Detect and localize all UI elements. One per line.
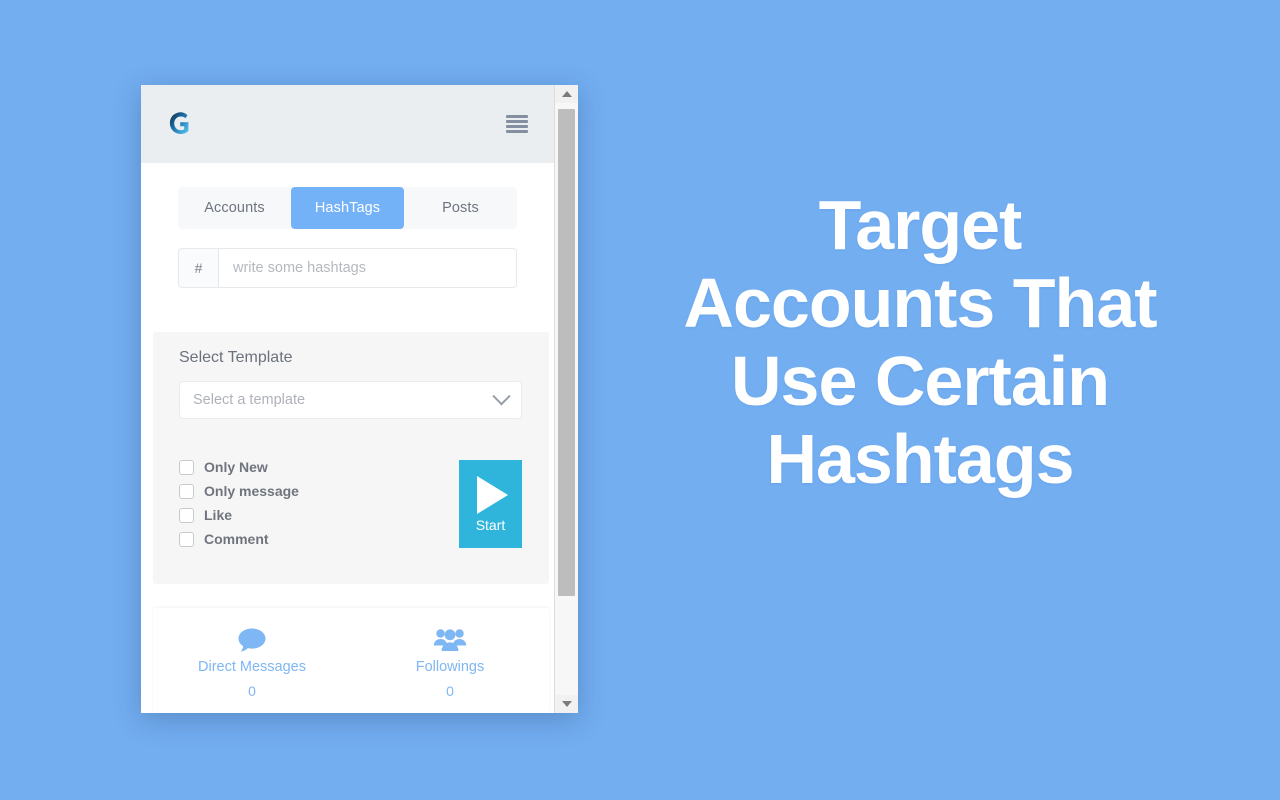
template-select-dropdown[interactable]: Select a template [179,381,522,419]
tab-accounts-label: Accounts [204,200,265,216]
app-content-area: Accounts HashTags Posts # Select Templat… [141,85,554,713]
users-group-icon [433,627,467,653]
hamburger-menu-icon[interactable] [506,115,528,133]
menu-bar-3 [506,125,528,128]
checkbox-row-comment[interactable]: Comment [179,527,299,551]
hashtag-input[interactable] [218,248,517,288]
headline-line-4: Hashtags [766,420,1074,498]
menu-bar-4 [506,130,528,133]
scrollbar-track[interactable] [554,103,578,695]
headline-line-3: Use Certain [730,342,1110,420]
stat-followings-title: Followings [415,659,485,675]
template-select-value: Select a template [193,392,306,408]
checkbox-row-like[interactable]: Like [179,503,299,527]
headline-line-1: Target [818,186,1023,264]
chevron-down-icon [492,386,511,405]
tab-posts[interactable]: Posts [404,187,517,229]
headline-line-2: Accounts That [683,264,1157,342]
select-template-label: Select Template [179,349,293,366]
menu-bar-2 [506,120,528,123]
checkbox-like-label: Like [204,507,233,523]
checkbox-only-new[interactable] [179,459,194,475]
scroll-down-arrow-icon[interactable] [555,695,579,713]
start-button-label: Start [475,516,506,533]
checkbox-row-only-new[interactable]: Only New [179,455,299,479]
checkbox-only-message-label: Only message [204,483,299,499]
select-template-card: Select Template Select a template Only N… [153,332,549,584]
scroll-down-triangle [561,701,572,707]
hashtag-input-group: # [178,248,517,288]
play-icon [477,475,508,514]
menu-bar-1 [506,115,528,118]
checkbox-only-message[interactable] [179,483,194,499]
stat-followings-value: 0 [446,683,454,699]
checkbox-row-only-message[interactable]: Only message [179,479,299,503]
headline: Target Accounts That Use Certain Hashtag… [620,186,1220,498]
vertical-scrollbar[interactable] [554,85,578,713]
checkbox-only-new-label: Only New [204,459,268,475]
scrollbar-thumb[interactable] [557,109,575,596]
stats-bar: Direct Messages 0 Followings 0 [153,608,549,713]
tab-hashtags-label: HashTags [314,200,381,216]
stat-direct-messages-title: Direct Messages [198,659,306,675]
app-window: Accounts HashTags Posts # Select Templat… [141,85,578,713]
options-checkbox-list: Only New Only message Like Comment [179,455,299,551]
checkbox-like[interactable] [179,507,194,523]
hash-prefix-icon: # [178,248,218,288]
scroll-up-triangle [561,91,572,97]
checkbox-comment-label: Comment [204,531,269,547]
tab-accounts[interactable]: Accounts [178,187,291,229]
g-logo-icon [165,109,195,139]
stat-followings[interactable]: Followings 0 [351,608,549,713]
start-button[interactable]: Start [459,460,522,548]
speech-bubble-icon [237,627,267,653]
tab-posts-label: Posts [442,200,479,216]
tab-bar: Accounts HashTags Posts [178,187,517,229]
app-header-bar [141,85,554,163]
checkbox-comment[interactable] [179,531,194,547]
scroll-up-arrow-icon[interactable] [555,85,579,103]
stat-direct-messages-value: 0 [248,683,256,699]
stat-direct-messages[interactable]: Direct Messages 0 [153,608,351,713]
tab-hashtags[interactable]: HashTags [291,187,404,229]
